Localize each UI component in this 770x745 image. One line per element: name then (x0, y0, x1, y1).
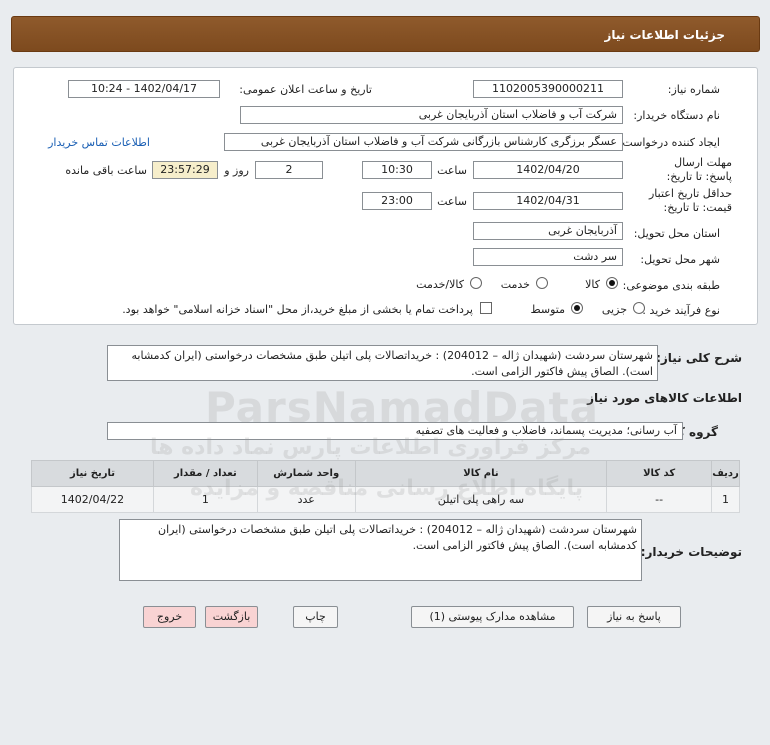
cell-unit: عدد (256, 486, 356, 513)
category-goods-label: کالا (585, 278, 600, 291)
delivery-province-field: آذربایجان غربی (473, 222, 623, 240)
validity-date-field: 1402/04/31 (473, 192, 623, 210)
announce-field: 1402/04/17 - 10:24 (68, 80, 220, 98)
delivery-city-field: سر دشت (473, 248, 623, 266)
contact-buyer-link[interactable]: اطلاعات تماس خریدار (48, 136, 150, 149)
days-label: روز و (224, 164, 249, 177)
validity-time-field: 23:00 (362, 192, 432, 210)
reply-button[interactable]: پاسخ به نیاز (587, 606, 681, 628)
summary-text: شهرستان سردشت (شهیدان ژاله – 204012) : خ… (107, 345, 658, 381)
reply-time-field: 10:30 (362, 161, 432, 179)
exit-button[interactable]: خروج (143, 606, 196, 628)
goods-group-field: آب رسانی؛ مدیریت پسماند، فاضلاب و فعالیت… (107, 422, 683, 440)
announce-label: تاریخ و ساعت اعلان عمومی: (239, 83, 372, 96)
buyer-notes-label: توضیحات خریدار: (640, 545, 742, 559)
cell-name: سه راهی پلی اتیلن (354, 486, 608, 513)
page-title: جزئیات اطلاعات نیاز (604, 28, 725, 42)
need-number-label: شماره نیاز: (667, 83, 720, 96)
process-medium-radio[interactable] (571, 302, 583, 314)
remaining-time-label: ساعت باقی مانده (65, 164, 147, 177)
buyer-org-field: شرکت آب و فاضلاب استان آذربایجان غربی (240, 106, 623, 124)
col-unit: واحد شمارش (256, 460, 356, 487)
category-service-radio[interactable] (536, 277, 548, 289)
category-goods-service-label: کالا/خدمت (416, 278, 464, 291)
buyer-notes-text: شهرستان سردشت (شهیدان ژاله – 204012) : خ… (119, 519, 642, 581)
table-header-row: ردیف کد کالا نام کالا واحد شمارش تعداد /… (31, 460, 740, 487)
col-code: کد کالا (606, 460, 713, 487)
summary-label: شرح کلی نیاز: (656, 351, 742, 365)
buyer-org-label: نام دستگاه خریدار: (633, 109, 720, 122)
cell-row: 1 (711, 486, 740, 513)
cell-code: -- (606, 486, 713, 513)
need-number-field: 1102005390000211 (473, 80, 623, 98)
page-title-bar: جزئیات اطلاعات نیاز (11, 16, 760, 52)
category-goods-radio[interactable] (606, 277, 618, 289)
category-label: طبقه بندی موضوعی: (622, 279, 720, 292)
cell-date: 1402/04/22 (31, 486, 154, 513)
goods-info-title: اطلاعات کالاهای مورد نیاز (587, 391, 742, 405)
process-label: نوع فرآیند خرید : (642, 304, 720, 317)
remaining-days-field: 2 (255, 161, 323, 179)
process-medium-label: متوسط (530, 303, 565, 316)
table-row: 1 -- سه راهی پلی اتیلن عدد 1 1402/04/22 (31, 486, 740, 513)
creator-field: عسگر برزگری کارشناس بازرگانی شرکت آب و ف… (224, 133, 623, 151)
col-date: تاریخ نیاز (31, 460, 154, 487)
reply-date-field: 1402/04/20 (473, 161, 623, 179)
reply-deadline-label: مهلت ارسال پاسخ: تا تاریخ: (666, 156, 732, 183)
treasury-payment-note: پرداخت تمام یا بخشی از مبلغ خرید،از محل … (122, 303, 473, 316)
creator-label: ایجاد کننده درخواست: (618, 136, 720, 149)
price-validity-label: حداقل تاریخ اعتبار قیمت: تا تاریخ: (648, 187, 732, 214)
validity-time-label: ساعت (437, 195, 467, 208)
process-small-label: جزیی (601, 303, 627, 316)
col-qty: تعداد / مقدار (152, 460, 258, 487)
delivery-province-label: استان محل تحویل: (633, 227, 720, 240)
category-goods-service-radio[interactable] (470, 277, 482, 289)
cell-qty: 1 (152, 486, 258, 513)
back-button[interactable]: بازگشت (205, 606, 258, 628)
col-name: نام کالا (354, 460, 608, 487)
print-button[interactable]: چاپ (293, 606, 338, 628)
attachments-button[interactable]: مشاهده مدارک پیوستی (1) (411, 606, 574, 628)
treasury-payment-checkbox[interactable] (480, 302, 492, 314)
goods-table: ردیف کد کالا نام کالا واحد شمارش تعداد /… (31, 460, 740, 513)
category-service-label: خدمت (500, 278, 530, 291)
process-small-radio[interactable] (633, 302, 645, 314)
reply-time-label: ساعت (437, 164, 467, 177)
delivery-city-label: شهر محل تحویل: (640, 253, 720, 266)
remaining-time-field: 23:57:29 (152, 161, 218, 179)
col-row: ردیف (711, 460, 740, 487)
